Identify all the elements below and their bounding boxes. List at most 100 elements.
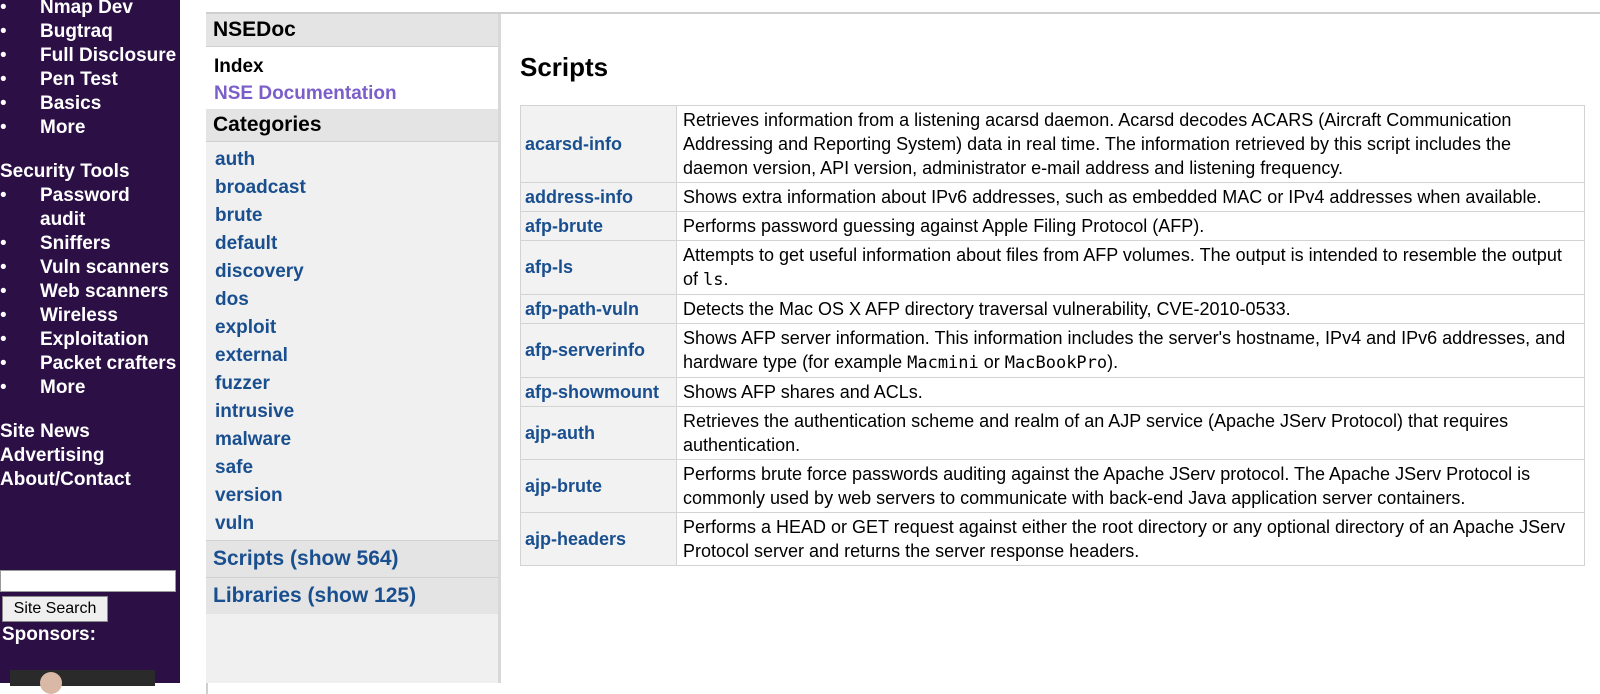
nav-item-more[interactable]: • More <box>0 116 180 140</box>
nav-item-nmap-dev[interactable]: • Nmap Dev <box>0 0 180 20</box>
script-name-link[interactable]: afp-ls <box>520 240 677 295</box>
bullet-icon: • <box>0 281 7 302</box>
nav-item-web-scanners[interactable]: • Web scanners <box>0 280 180 304</box>
script-row: acarsd-info Retrieves information from a … <box>520 105 1585 183</box>
bullet-icon: • <box>0 185 7 206</box>
category-link-default[interactable]: default <box>206 230 498 258</box>
script-name-link[interactable]: afp-brute <box>520 211 677 241</box>
site-search-button[interactable]: Site Search <box>2 596 108 622</box>
nse-documentation-link[interactable]: NSE Documentation <box>214 80 490 107</box>
nav-section-advertising[interactable]: Advertising <box>0 444 180 468</box>
scripts-toggle-link[interactable]: Scripts (show 564) <box>206 540 498 577</box>
nav-item-more[interactable]: • More <box>0 376 180 400</box>
description-text: . <box>723 269 729 289</box>
category-link-version[interactable]: version <box>206 482 498 510</box>
sponsors-label: Sponsors: <box>2 624 96 645</box>
category-link-intrusive[interactable]: intrusive <box>206 398 498 426</box>
script-description: Retrieves the authentication scheme and … <box>676 406 1585 460</box>
bullet-icon: • <box>0 233 7 254</box>
nav-item-vuln-scanners[interactable]: • Vuln scanners <box>0 256 180 280</box>
script-description: Detects the Mac OS X AFP directory trave… <box>676 294 1585 324</box>
nav-item-basics[interactable]: • Basics <box>0 92 180 116</box>
sidebar-title: NSEDoc <box>206 14 498 47</box>
bullet-icon: • <box>0 377 7 398</box>
category-link-malware[interactable]: malware <box>206 426 498 454</box>
script-name-link[interactable]: ajp-brute <box>520 459 677 513</box>
nav-item-full-disclosure[interactable]: • Full Disclosure <box>0 44 180 68</box>
category-link-dos[interactable]: dos <box>206 286 498 314</box>
nav-item-label: Web scanners <box>40 281 169 302</box>
nav-item-label: Vuln scanners <box>40 257 170 278</box>
bullet-icon: • <box>0 45 7 66</box>
page-title: Scripts <box>520 52 609 82</box>
nav-item-label: More <box>40 377 86 398</box>
script-row: afp-path-vuln Detects the Mac OS X AFP di… <box>520 294 1585 324</box>
description-text: or <box>978 352 1005 372</box>
category-link-exploit[interactable]: exploit <box>206 314 498 342</box>
sponsor-photo <box>40 672 62 694</box>
script-name-link[interactable]: afp-showmount <box>520 377 677 407</box>
script-row: ajp-brute Performs brute force passwords … <box>520 459 1585 513</box>
script-row: address-info Shows extra information abou… <box>520 182 1585 212</box>
nav-section-site-news[interactable]: Site News <box>0 420 180 444</box>
script-row: ajp-auth Retrieves the authentication sch… <box>520 406 1585 460</box>
nav-item-pen-test[interactable]: • Pen Test <box>0 68 180 92</box>
script-row: afp-brute Performs password guessing agai… <box>520 211 1585 241</box>
script-row: afp-serverinfo Shows AFP server informati… <box>520 323 1585 378</box>
script-row: ajp-headers Performs a HEAD or GET reques… <box>520 512 1585 566</box>
bullet-icon: • <box>0 329 7 350</box>
nav-section-about-contact[interactable]: About/Contact <box>0 468 180 492</box>
site-search-input[interactable] <box>0 570 176 592</box>
libraries-toggle-link[interactable]: Libraries (show 125) <box>206 577 498 614</box>
script-name-link[interactable]: address-info <box>520 182 677 212</box>
script-name-link[interactable]: ajp-auth <box>520 406 677 460</box>
code-snippet: Macmini <box>907 353 979 373</box>
left-nav-list: • Nmap Dev • Bugtraq • Full Disclosure • Pen Te… <box>0 0 180 492</box>
script-name-link[interactable]: acarsd-info <box>520 105 677 183</box>
category-link-discovery[interactable]: discovery <box>206 258 498 286</box>
nav-item-label: Bugtraq <box>40 21 113 42</box>
description-text: ). <box>1107 352 1119 372</box>
nav-item-exploitation[interactable]: • Exploitation <box>0 328 180 352</box>
description-text: Retrieves the authentication scheme and … <box>683 411 1509 455</box>
category-link-safe[interactable]: safe <box>206 454 498 482</box>
script-name-link[interactable]: afp-path-vuln <box>520 294 677 324</box>
category-link-auth[interactable]: auth <box>206 146 498 174</box>
nav-item-label: Basics <box>40 93 102 114</box>
script-description: Shows AFP shares and ACLs. <box>676 377 1585 407</box>
bullet-icon: • <box>0 93 7 114</box>
category-link-brute[interactable]: brute <box>206 202 498 230</box>
description-text: Attempts to get useful information about… <box>683 245 1562 289</box>
category-link-vuln[interactable]: vuln <box>206 510 498 538</box>
nav-item-label: Packet crafters <box>40 353 177 374</box>
nav-item-bugtraq[interactable]: • Bugtraq <box>0 20 180 44</box>
scripts-table: acarsd-info Retrieves information from a … <box>520 105 1585 566</box>
nav-section-security-tools[interactable]: Security Tools <box>0 160 180 184</box>
script-description: Retrieves information from a listening a… <box>676 105 1585 183</box>
script-name-link[interactable]: afp-serverinfo <box>520 323 677 378</box>
sidebar-index-box: Index NSE Documentation <box>206 47 498 109</box>
script-description: Shows AFP server information. This infor… <box>676 323 1585 378</box>
nav-item-label: Nmap Dev <box>40 0 133 18</box>
nav-item-label: Sniffers <box>40 233 111 254</box>
bullet-icon: • <box>0 353 7 374</box>
nav-item-packet-crafters[interactable]: • Packet crafters <box>0 352 180 376</box>
nav-item-label: Password audit <box>40 185 130 230</box>
nav-item-label: More <box>40 117 86 138</box>
left-nav: • Nmap Dev • Bugtraq • Full Disclosure • Pen Te… <box>0 0 180 694</box>
nav-item-wireless[interactable]: • Wireless <box>0 304 180 328</box>
nav-item-label: Wireless <box>40 305 118 326</box>
sponsor-image[interactable] <box>10 670 155 694</box>
script-description: Shows extra information about IPv6 addre… <box>676 182 1585 212</box>
script-description: Performs a HEAD or GET request against e… <box>676 512 1585 566</box>
category-link-external[interactable]: external <box>206 342 498 370</box>
category-link-broadcast[interactable]: broadcast <box>206 174 498 202</box>
bullet-icon: • <box>0 117 7 138</box>
category-link-fuzzer[interactable]: fuzzer <box>206 370 498 398</box>
nav-item-sniffers[interactable]: • Sniffers <box>0 232 180 256</box>
nav-item-password-audit[interactable]: • Password audit <box>0 184 180 232</box>
script-name-link[interactable]: ajp-headers <box>520 512 677 566</box>
script-description: Performs password guessing against Apple… <box>676 211 1585 241</box>
